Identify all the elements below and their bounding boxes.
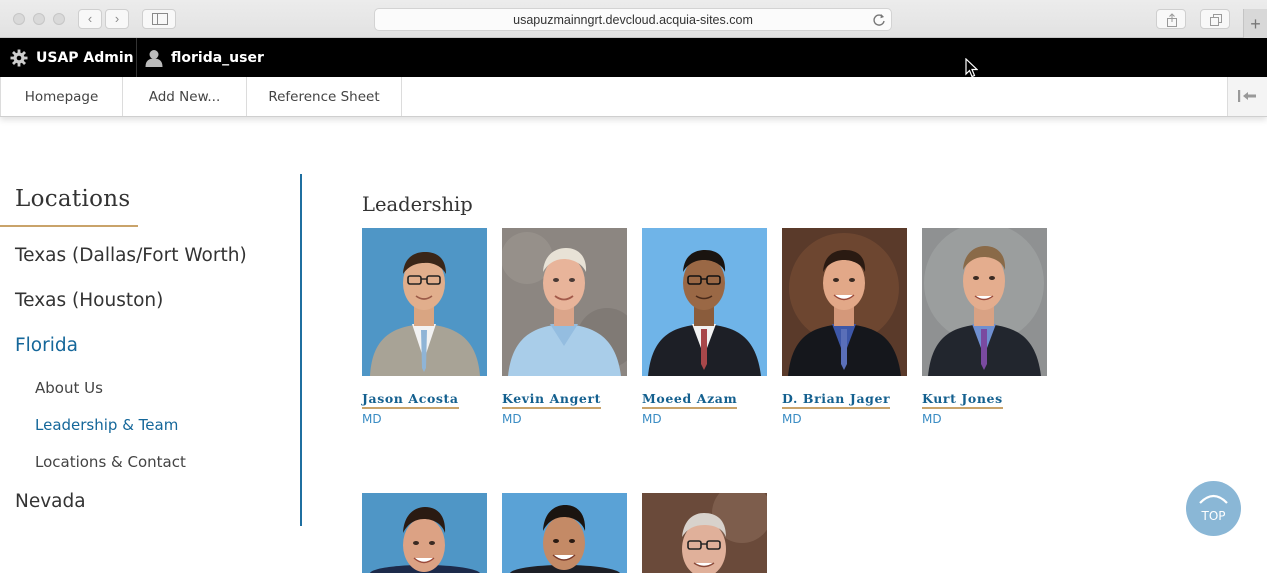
tray-tab-reference-sheet[interactable]: Reference Sheet [247, 77, 402, 116]
person-credential: MD [782, 412, 802, 426]
person-card [642, 493, 767, 573]
person-photo[interactable] [362, 493, 487, 573]
person-card: Kurt Jones MD [922, 228, 1047, 426]
gear-icon [10, 49, 28, 66]
person-photo[interactable] [642, 228, 767, 376]
sidebar-item-texas-houston[interactable]: Texas (Houston) [15, 290, 163, 311]
tabs-icon[interactable] [1200, 9, 1230, 29]
person-card: Kevin Angert MD [502, 228, 627, 426]
person-name-link[interactable]: Jason Acosta [362, 391, 459, 409]
close-window-button[interactable] [13, 13, 25, 25]
person-credential: MD [502, 412, 522, 426]
new-tab-icon[interactable]: + [1243, 9, 1267, 38]
person-name-link[interactable]: Moeed Azam [642, 391, 738, 409]
user-menu-button[interactable]: florida_user [145, 38, 264, 77]
reload-icon[interactable] [872, 12, 886, 34]
person-photo[interactable] [922, 228, 1047, 376]
sidebar-item-florida[interactable]: Florida [15, 335, 78, 356]
minimize-window-button[interactable] [33, 13, 45, 25]
sidebar-title-underline [0, 225, 138, 227]
tray-tab-add-new[interactable]: Add New... [123, 77, 247, 116]
user-label: florida_user [171, 49, 264, 66]
admin-menu-button[interactable]: USAP Admin [10, 38, 134, 77]
sidebar-item-nevada[interactable]: Nevada [15, 491, 86, 512]
person-photo[interactable] [502, 228, 627, 376]
browser-chrome: ‹ › usapuzmainngrt.devcloud.acquia-sites… [0, 0, 1267, 38]
sidebar-subitem-about-us[interactable]: About Us [35, 379, 103, 397]
person-credential: MD [362, 412, 382, 426]
share-icon[interactable] [1156, 9, 1186, 29]
person-credential: MD [922, 412, 942, 426]
person-photo[interactable] [782, 228, 907, 376]
zoom-window-button[interactable] [53, 13, 65, 25]
person-photo[interactable] [502, 493, 627, 573]
person-photo[interactable] [642, 493, 767, 573]
collapse-left-icon [1238, 90, 1256, 102]
back-icon[interactable]: ‹ [78, 9, 102, 29]
person-card: D. Brian Jager MD [782, 228, 907, 426]
user-icon [145, 49, 163, 67]
person-name-link[interactable]: D. Brian Jager [782, 391, 891, 409]
admin-toolbar: USAP Admin florida_user [0, 38, 1267, 77]
sidebar-item-texas-dfw[interactable]: Texas (Dallas/Fort Worth) [15, 245, 247, 266]
toolbar-divider [136, 38, 137, 77]
sidebar-title: Locations [15, 186, 131, 212]
person-card [362, 493, 487, 573]
tray-tab-homepage[interactable]: Homepage [0, 77, 123, 116]
forward-icon[interactable]: › [105, 9, 129, 29]
person-card: Jason Acosta MD [362, 228, 487, 426]
tray-orientation-toggle[interactable] [1227, 77, 1267, 116]
sidebar-divider [300, 174, 302, 526]
admin-label: USAP Admin [36, 49, 134, 66]
back-to-top-button[interactable]: TOP [1186, 481, 1241, 536]
person-credential: MD [642, 412, 662, 426]
sidebar-subitem-locations-contact[interactable]: Locations & Contact [35, 453, 186, 471]
person-card [502, 493, 627, 573]
mouse-cursor-icon [965, 57, 979, 83]
admin-tray: Homepage Add New... Reference Sheet [0, 77, 1267, 117]
sidebar-icon[interactable] [142, 9, 176, 29]
chevron-up-icon [1199, 494, 1228, 504]
person-card: Moeed Azam MD [642, 228, 767, 426]
section-title: Leadership [362, 193, 473, 216]
person-name-link[interactable]: Kurt Jones [922, 391, 1003, 409]
url-text: usapuzmainngrt.devcloud.acquia-sites.com [513, 13, 753, 27]
url-bar[interactable]: usapuzmainngrt.devcloud.acquia-sites.com [374, 8, 892, 31]
back-to-top-label: TOP [1201, 509, 1226, 523]
person-name-link[interactable]: Kevin Angert [502, 391, 602, 409]
person-photo[interactable] [362, 228, 487, 376]
sidebar-subitem-leadership-team[interactable]: Leadership & Team [35, 416, 178, 434]
